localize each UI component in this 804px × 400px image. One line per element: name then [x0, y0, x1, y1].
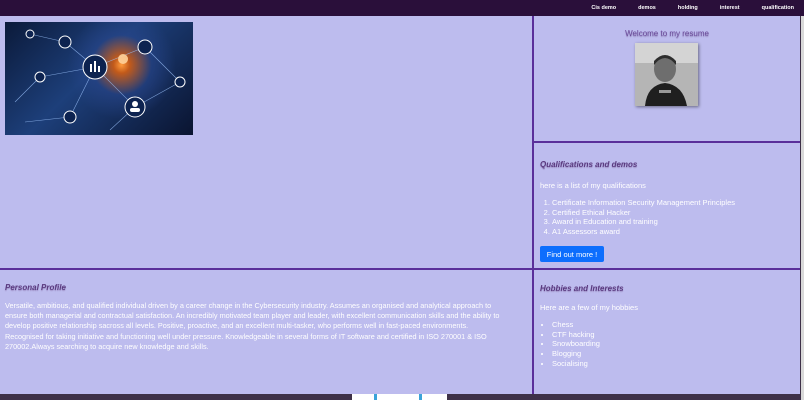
- top-navbar: Cis demo demos holding interest qualific…: [0, 0, 804, 16]
- nav-link-cis-demo[interactable]: Cis demo: [591, 5, 616, 11]
- avatar: [635, 43, 698, 106]
- row-divider-top: [534, 141, 800, 143]
- hobbies-panel: Hobbies and Interests Here are a few of …: [534, 270, 800, 394]
- hero-panel: [0, 16, 532, 268]
- nav-menu: Cis demo demos holding interest qualific…: [569, 0, 794, 16]
- nav-link-demos[interactable]: demos: [638, 5, 656, 11]
- nav-link-interest[interactable]: interest: [720, 5, 740, 11]
- list-item: Socialising: [552, 359, 600, 369]
- profile-text: Versatile, ambitious, and qualified indi…: [5, 301, 500, 351]
- list-item: A1 Assessors award: [552, 227, 735, 237]
- qualifications-intro: here is a list of my qualifications: [540, 181, 646, 190]
- welcome-panel: Welcome to my resume: [534, 16, 800, 141]
- hero-network-image: [5, 22, 193, 135]
- list-item: Chess: [552, 320, 600, 330]
- nav-link-holding[interactable]: holding: [678, 5, 698, 11]
- row-divider-middle: [0, 268, 800, 270]
- qualifications-title: Qualifications and demos: [540, 160, 638, 169]
- profile-title: Personal Profile: [5, 283, 66, 292]
- hobbies-list: Chess CTF hacking Snowboarding Blogging …: [552, 320, 600, 369]
- list-item: Certificate Information Security Managem…: [552, 198, 735, 208]
- welcome-title: Welcome to my resume: [625, 29, 709, 38]
- list-item: Snowboarding: [552, 339, 600, 349]
- hobbies-title: Hobbies and Interests: [540, 284, 624, 293]
- find-out-more-button[interactable]: Find out more !: [540, 246, 604, 262]
- list-item: Award in Education and training: [552, 217, 735, 227]
- footer-image: [352, 394, 447, 400]
- hobbies-intro: Here are a few of my hobbies: [540, 303, 638, 312]
- nav-link-qualification[interactable]: qualification: [762, 5, 794, 11]
- qualifications-panel: Qualifications and demos here is a list …: [534, 143, 800, 268]
- list-item: CTF hacking: [552, 330, 600, 340]
- list-item: Certified Ethical Hacker: [552, 208, 735, 218]
- list-item: Blogging: [552, 349, 600, 359]
- column-divider: [532, 16, 534, 394]
- profile-panel: Personal Profile Versatile, ambitious, a…: [0, 270, 532, 394]
- qualifications-list: Certificate Information Security Managem…: [552, 198, 735, 237]
